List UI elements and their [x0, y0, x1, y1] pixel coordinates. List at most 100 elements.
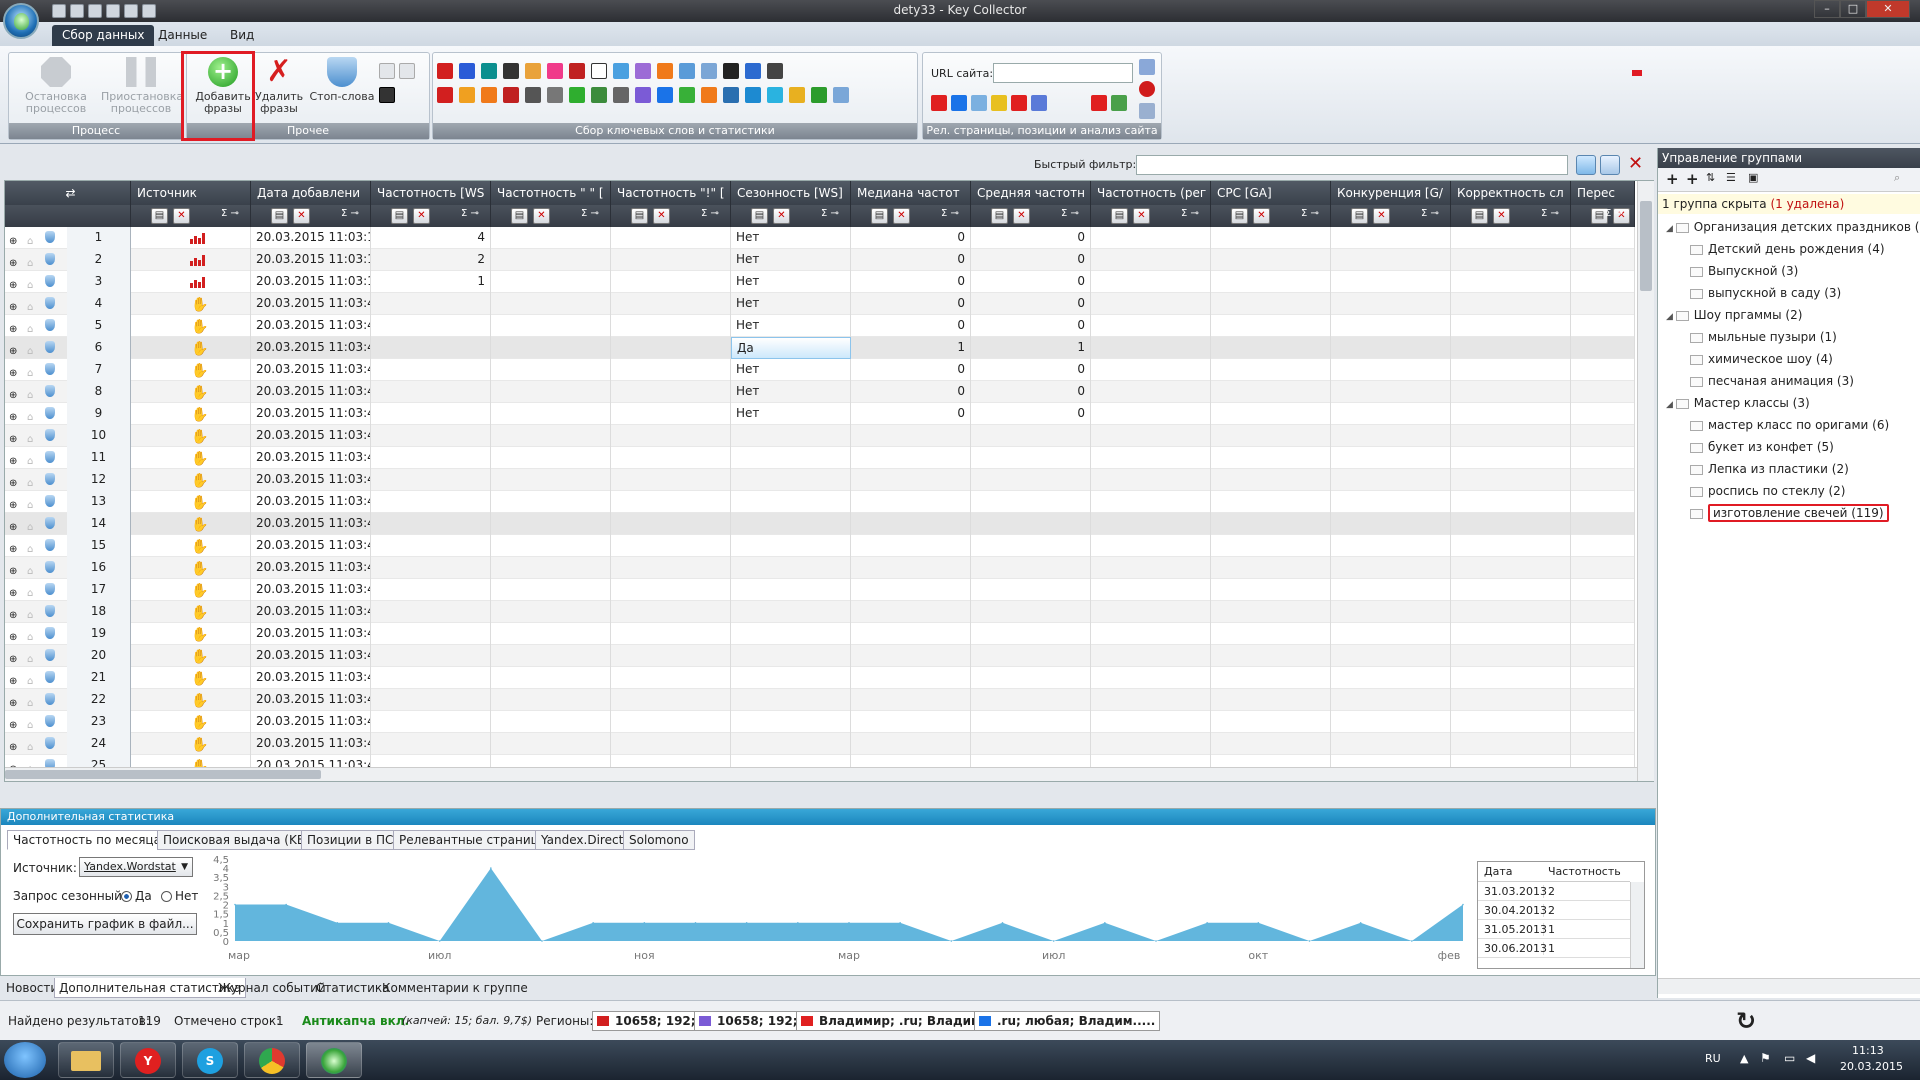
tab-monthly-frequency[interactable]: Частотность по месяцам [7, 830, 176, 850]
lock-icon[interactable]: ⌂ [27, 451, 37, 467]
cell-overlap[interactable] [1571, 579, 1635, 601]
lock-icon[interactable]: ⌂ [27, 715, 37, 731]
chart-icon[interactable] [635, 63, 651, 79]
b-icon[interactable] [745, 63, 761, 79]
cell-seasonality-ws[interactable] [731, 469, 851, 491]
record-icon[interactable] [1139, 81, 1155, 97]
cell-seasonality-ws[interactable]: Нет [731, 315, 851, 337]
cell-cpc-ga[interactable] [1211, 381, 1331, 403]
filter-clear-column-icon[interactable]: ✕ [1373, 208, 1390, 224]
expand-icon[interactable]: ⊕ [9, 759, 19, 767]
cell-correctness[interactable] [1451, 645, 1571, 667]
shield-icon[interactable] [45, 253, 55, 265]
cell-frequency-quotes[interactable] [491, 491, 611, 513]
filter-clear-column-icon[interactable]: ✕ [653, 208, 670, 224]
cell-median-frequency[interactable] [851, 557, 971, 579]
row-number[interactable]: 6 [67, 337, 131, 359]
cell-competition-ga[interactable] [1331, 359, 1451, 381]
save-icon[interactable] [88, 4, 102, 18]
cell-overlap[interactable] [1571, 381, 1635, 403]
lock-icon[interactable]: ⌂ [27, 319, 37, 335]
cell-cpc-ga[interactable] [1211, 491, 1331, 513]
filter-clear-column-icon[interactable]: ✕ [1133, 208, 1150, 224]
cell-frequency-quotes[interactable] [491, 447, 611, 469]
sort-icon[interactable]: ⇅ [1706, 171, 1715, 184]
cell-cpc-ga[interactable] [1211, 337, 1331, 359]
dollar-icon[interactable] [459, 87, 475, 103]
cell-correctness[interactable] [1451, 711, 1571, 733]
cell-overlap[interactable] [1571, 667, 1635, 689]
key-icon[interactable] [991, 95, 1007, 111]
tab-yandex-direct[interactable]: Yandex.Direct [535, 830, 630, 850]
filter-clear-column-icon[interactable]: ✕ [293, 208, 310, 224]
filter-settings-icon[interactable]: ▤ [511, 208, 528, 224]
seasonal-yes-radio[interactable]: Да [121, 889, 152, 903]
column-header-date-added[interactable]: Дата добавлени [251, 181, 371, 205]
row-number[interactable]: 21 [67, 667, 131, 689]
expand-icon[interactable]: ⊕ [9, 319, 19, 335]
cell-average-frequency[interactable] [971, 513, 1091, 535]
cell-median-frequency[interactable]: 0 [851, 227, 971, 249]
cell-correctness[interactable] [1451, 271, 1571, 293]
shield-icon[interactable] [45, 737, 55, 749]
column-sum-icon[interactable]: Σ ⊸ [821, 208, 839, 219]
cell-date-added[interactable]: 20.03.2015 11:03:41 [251, 359, 371, 381]
cell-correctness[interactable] [1451, 601, 1571, 623]
cell-cpc-ga[interactable] [1211, 601, 1331, 623]
tab-collect-data[interactable]: Сбор данных [52, 25, 155, 46]
cell-frequency-region[interactable] [1091, 491, 1211, 513]
cell-frequency-region[interactable] [1091, 381, 1211, 403]
filter-settings-icon[interactable]: ▤ [1471, 208, 1488, 224]
lock-icon[interactable]: ⌂ [27, 495, 37, 511]
cell-competition-ga[interactable] [1331, 667, 1451, 689]
cell-frequency-exact[interactable] [611, 755, 731, 767]
cell-date-added[interactable]: 20.03.2015 11:03:18 [251, 271, 371, 293]
cell-average-frequency[interactable]: 1 [971, 337, 1091, 359]
cell-competition-ga[interactable] [1331, 579, 1451, 601]
cell-competition-ga[interactable] [1331, 425, 1451, 447]
cell-overlap[interactable] [1571, 557, 1635, 579]
cell-seasonality-ws[interactable] [731, 667, 851, 689]
lock-icon[interactable]: ⌂ [27, 561, 37, 577]
cell-seasonality-ws[interactable] [731, 513, 851, 535]
cell-cpc-ga[interactable] [1211, 293, 1331, 315]
subgroup-node[interactable]: изготовление свечей (119) [1690, 504, 1889, 522]
maximize-button[interactable]: □ [1840, 0, 1866, 18]
leaf-icon[interactable] [679, 87, 695, 103]
row-number[interactable]: 1 [67, 227, 131, 249]
cell-competition-ga[interactable] [1331, 557, 1451, 579]
column-header-frequency-exact[interactable]: Частотность "!" [ [611, 181, 731, 205]
column-sum-icon[interactable]: Σ ⊸ [461, 208, 479, 219]
cell-overlap[interactable] [1571, 491, 1635, 513]
cell-frequency-region[interactable] [1091, 755, 1211, 767]
filter-settings-icon[interactable]: ▤ [991, 208, 1008, 224]
groups-hscrollbar[interactable] [1658, 978, 1920, 994]
expand-icon[interactable]: ⊕ [9, 627, 19, 643]
lock-icon[interactable]: ⌂ [27, 297, 37, 313]
expand-icon[interactable]: ⊕ [9, 253, 19, 269]
table-row[interactable]: ⊕ ⌂ 9 ✋ 20.03.2015 11:03:41 Нет 0 0 [5, 403, 1635, 425]
cell-frequency-region[interactable] [1091, 403, 1211, 425]
lock-icon[interactable]: ⌂ [27, 253, 37, 269]
row-number[interactable]: 25 [67, 755, 131, 767]
filter-clear-icon[interactable]: ✕ [1628, 153, 1643, 174]
cell-competition-ga[interactable] [1331, 337, 1451, 359]
cell-frequency-ws[interactable] [371, 469, 491, 491]
cell-frequency-exact[interactable] [611, 249, 731, 271]
cell-frequency-ws[interactable] [371, 447, 491, 469]
cell-date-added[interactable]: 20.03.2015 11:03:41 [251, 755, 371, 767]
expand-icon[interactable]: ⊕ [9, 693, 19, 709]
cell-date-added[interactable]: 20.03.2015 11:03:41 [251, 469, 371, 491]
cell-frequency-region[interactable] [1091, 557, 1211, 579]
cell-overlap[interactable] [1571, 513, 1635, 535]
lock-icon[interactable]: ⌂ [27, 671, 37, 687]
cell-frequency-quotes[interactable] [491, 755, 611, 767]
cell-date-added[interactable]: 20.03.2015 11:03:41 [251, 315, 371, 337]
cell-median-frequency[interactable] [851, 733, 971, 755]
stop-processes-button[interactable]: Остановка процессов [15, 57, 97, 115]
pie-icon[interactable] [547, 63, 563, 79]
cell-average-frequency[interactable]: 0 [971, 293, 1091, 315]
pause-processes-button[interactable]: Приостановка процессов [101, 57, 183, 115]
cell-seasonality-ws[interactable]: Нет [731, 249, 851, 271]
table-row[interactable]: ⊕ ⌂ 15 ✋ 20.03.2015 11:03:41 [5, 535, 1635, 557]
